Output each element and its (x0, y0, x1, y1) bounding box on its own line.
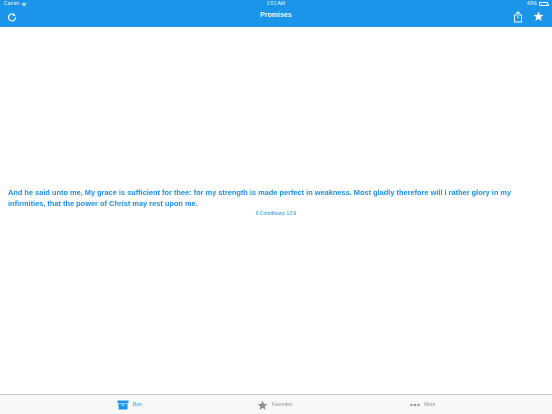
tab-box[interactable]: Box (117, 395, 142, 414)
status-battery: 43% (526, 0, 549, 8)
share-icon (514, 10, 522, 22)
page-title: Promises (260, 12, 292, 19)
star-icon (533, 11, 544, 21)
share-button[interactable] (512, 10, 524, 23)
tab-label-box: Box (133, 402, 142, 408)
verse-reference: II Corinthians 12:9 (255, 211, 297, 217)
status-time: 2:51 AM (266, 1, 286, 7)
screen: Carrier 2:51 AM 43% Promises And he said… (0, 0, 552, 414)
verse-text: And he said unto me, My grace is suffici… (8, 188, 512, 208)
star-icon (257, 400, 268, 410)
box-icon (117, 400, 129, 410)
battery-icon (539, 2, 549, 6)
main-content: And he said unto me, My grace is suffici… (0, 27, 552, 394)
tab-bar: Box Favorites More (0, 394, 552, 414)
tab-label-more: More (424, 402, 436, 408)
tab-label-favorites: Favorites (272, 402, 293, 408)
favorite-button[interactable] (532, 10, 545, 23)
status-bar: Carrier 2:51 AM 43% (0, 0, 552, 8)
tab-favorites[interactable]: Favorites (257, 395, 293, 414)
header: Carrier 2:51 AM 43% Promises (0, 0, 552, 27)
battery-percent: 43% (526, 1, 537, 7)
more-icon (410, 403, 420, 407)
tab-more[interactable]: More (410, 395, 435, 414)
